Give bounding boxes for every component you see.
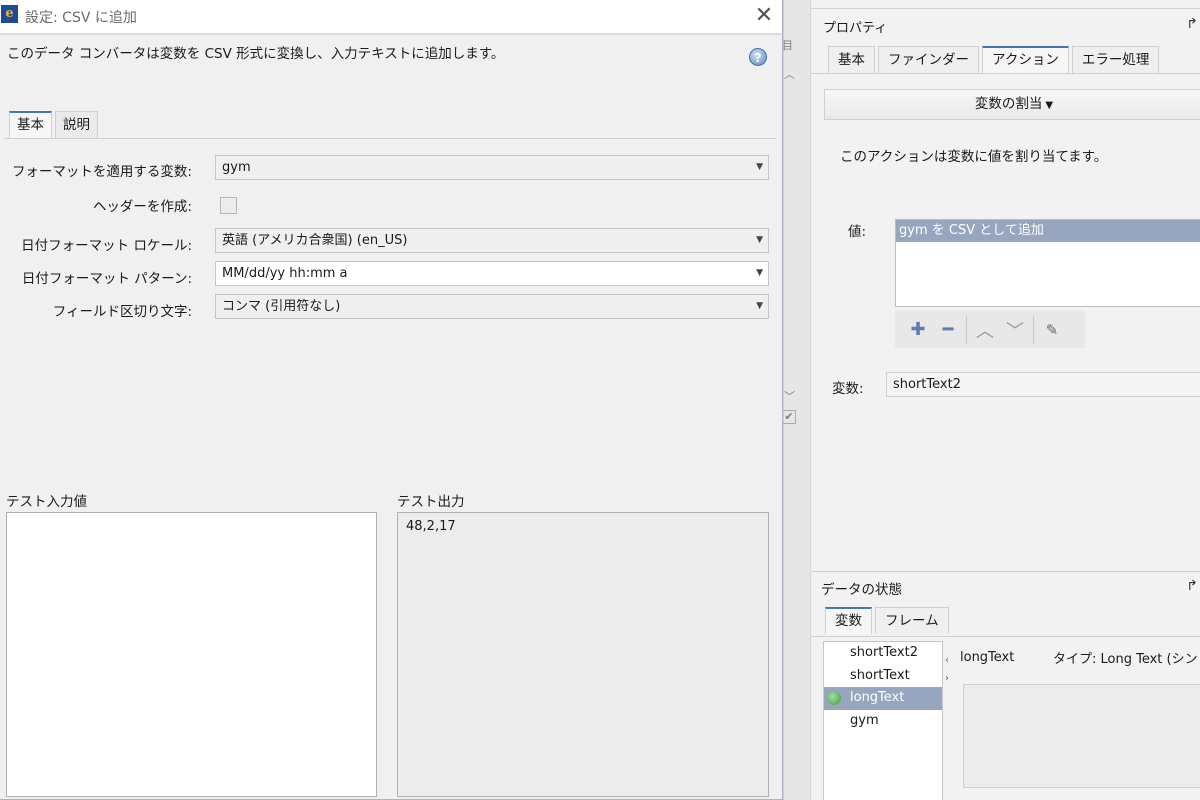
tab-basic[interactable]: 基本	[9, 111, 52, 138]
divider	[811, 8, 1200, 9]
variable-list[interactable]: shortText2 shortText longText gym	[823, 641, 943, 800]
remove-icon[interactable]: ━	[933, 316, 963, 344]
dialog-tabs: 基本 説明	[9, 111, 101, 138]
variable-select-value: gym	[222, 160, 251, 175]
value-list[interactable]: gym を CSV として追加	[895, 219, 1200, 307]
list-item-selected[interactable]: longText	[824, 687, 942, 710]
tab-frames[interactable]: フレーム	[875, 607, 949, 634]
test-input-label: テスト入力値	[6, 494, 87, 510]
divider	[811, 636, 1200, 637]
list-item[interactable]: shortText	[824, 665, 942, 688]
action-type-label: 変数の割当	[974, 96, 1043, 112]
chevron-down-icon: ▼	[756, 301, 763, 311]
variable-value-box[interactable]	[963, 684, 1200, 788]
globe-icon	[827, 691, 841, 705]
locale-select[interactable]: 英語 (アメリカ合衆国) (en_US) ▼	[215, 228, 769, 253]
chevron-down-icon: ▼	[756, 268, 763, 278]
list-item[interactable]: shortText2	[824, 642, 942, 665]
collapse-icon[interactable]: 目	[782, 37, 793, 53]
delimiter-select[interactable]: コンマ (引用符なし) ▼	[215, 294, 769, 319]
data-state-tabs: 変数 フレーム	[825, 607, 952, 634]
tab-error-handling[interactable]: エラー処理	[1071, 46, 1160, 73]
dialog-titlebar: e 設定: CSV に追加 ✕	[0, 0, 782, 33]
chevron-down-icon: ▼	[756, 235, 763, 245]
scroll-down-icon[interactable]: ﹀	[784, 388, 795, 404]
toolbar-separator	[966, 315, 967, 344]
csv-settings-dialog: e 設定: CSV に追加 ✕ このデータ コンバータは変数を CSV 形式に変…	[0, 0, 783, 800]
pattern-label: 日付フォーマット パターン:	[21, 271, 192, 287]
tab-finder[interactable]: ファインダー	[878, 46, 979, 73]
check-icon[interactable]: ✔	[782, 410, 796, 424]
value-label: 値:	[848, 224, 867, 240]
variable-detail-type: タイプ: Long Text (シン	[1053, 652, 1198, 667]
properties-title: プロパティ	[823, 21, 888, 36]
variable-label: 変数:	[832, 381, 864, 397]
edit-icon[interactable]: ✎	[1037, 316, 1067, 344]
tab-description[interactable]: 説明	[55, 111, 98, 138]
scroll-up-icon[interactable]: ︿	[784, 66, 795, 82]
variable-detail-name: longText	[960, 650, 1015, 665]
tab-action[interactable]: アクション	[982, 46, 1069, 73]
maximize-icon[interactable]: ↱	[1186, 16, 1198, 32]
data-state-panel: データの状態 ↱ 変数 フレーム shortText2 shortText lo…	[810, 571, 1200, 800]
test-output-label: テスト出力	[397, 494, 465, 510]
app-logo-icon: e	[1, 5, 18, 23]
header-label: ヘッダーを作成:	[92, 199, 192, 215]
data-state-title: データの状態	[821, 582, 902, 598]
pattern-combo-value: MM/dd/yy hh:mm a	[222, 266, 348, 281]
locale-select-value: 英語 (アメリカ合衆国) (en_US)	[222, 233, 408, 248]
divider	[4, 138, 776, 139]
pattern-combo[interactable]: MM/dd/yy hh:mm a ▼	[215, 261, 769, 286]
locale-label: 日付フォーマット ロケール:	[21, 238, 192, 254]
list-item[interactable]: gym を CSV として追加	[896, 220, 1200, 242]
move-down-icon[interactable]: ﹀	[1000, 316, 1030, 344]
tab-basic[interactable]: 基本	[828, 46, 875, 73]
action-type-dropdown[interactable]: 変数の割当 ▼	[824, 89, 1200, 120]
divider	[0, 33, 782, 35]
value-toolbar: ✚ ━ ︿ ﹀ ✎	[895, 311, 1085, 348]
test-input-textarea[interactable]	[6, 512, 377, 797]
properties-tabs: 基本 ファインダー アクション エラー処理	[828, 46, 1162, 73]
splitter-arrows-icon[interactable]: ‹ ›	[945, 652, 949, 688]
maximize-icon[interactable]: ↱	[1186, 578, 1198, 594]
list-item[interactable]: gym	[824, 710, 942, 733]
tab-variables[interactable]: 変数	[825, 607, 872, 634]
delimiter-label: フィールド区切り文字:	[52, 304, 192, 320]
action-description: このアクションは変数に値を割り当てます。	[840, 149, 1108, 165]
add-icon[interactable]: ✚	[903, 316, 933, 344]
divider	[811, 73, 1200, 74]
header-checkbox[interactable]	[220, 197, 237, 214]
dialog-description: このデータ コンバータは変数を CSV 形式に変換し、入力テキストに追加します。	[7, 46, 505, 62]
test-output-box: 48,2,17	[397, 512, 769, 797]
caret-down-icon: ▼	[1045, 100, 1054, 111]
close-icon[interactable]: ✕	[752, 3, 776, 28]
variable-select[interactable]: gym ▼	[215, 155, 769, 180]
dialog-title: 設定: CSV に追加	[25, 10, 137, 26]
properties-panel: プロパティ ↱ 基本 ファインダー アクション エラー処理 変数の割当 ▼ このア…	[810, 0, 1200, 570]
list-item-label: longText	[850, 690, 905, 705]
variable-field[interactable]: shortText2	[886, 372, 1200, 397]
move-up-icon[interactable]: ︿	[970, 316, 1000, 344]
toolbar-separator	[1033, 315, 1034, 344]
variable-label: フォーマットを適用する変数:	[11, 164, 192, 180]
chevron-down-icon: ▼	[756, 162, 763, 172]
help-icon[interactable]: ?	[749, 48, 767, 66]
editor-side-strip: 目 ︿ ﹀ ✔	[782, 0, 810, 800]
delimiter-select-value: コンマ (引用符なし)	[222, 299, 341, 314]
